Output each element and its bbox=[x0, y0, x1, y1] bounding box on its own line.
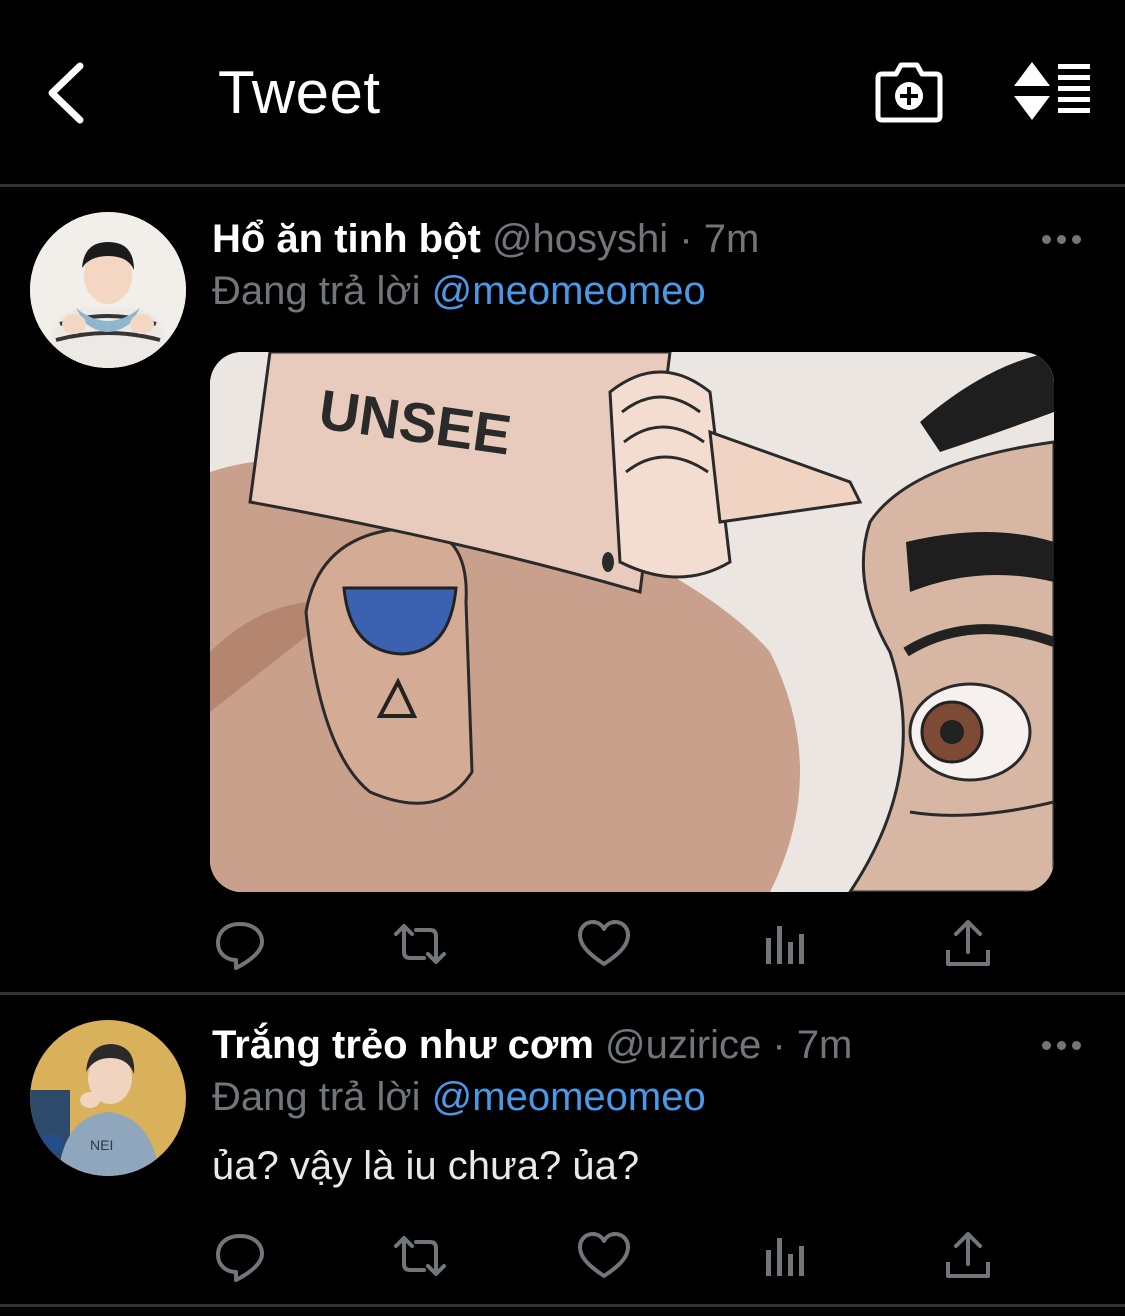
reply-icon bbox=[216, 1234, 264, 1282]
share-icon bbox=[946, 920, 990, 966]
chevron-left-icon bbox=[48, 62, 84, 124]
share-button[interactable] bbox=[940, 1228, 996, 1284]
reply-icon bbox=[216, 922, 264, 970]
tweet-actions bbox=[212, 1228, 1012, 1284]
tweet-time: 7m bbox=[796, 1023, 853, 1067]
meta-separator: · bbox=[679, 217, 693, 261]
page-title: Tweet bbox=[218, 59, 381, 126]
reply-prefix: Đang trả lời bbox=[212, 269, 421, 313]
share-icon bbox=[946, 1232, 990, 1278]
tweet-thread-screen: Tweet Hổ ăn tinh bột @hosyshi · 7m Đang … bbox=[0, 0, 1125, 1316]
like-icon bbox=[578, 920, 630, 966]
user-handle[interactable]: @uzirice bbox=[605, 1023, 761, 1067]
avatar-image: NEI bbox=[30, 1020, 186, 1176]
reply-prefix: Đang trả lời bbox=[212, 1075, 421, 1119]
reply-mention-link[interactable]: @meomeomeo bbox=[432, 269, 706, 313]
back-button[interactable] bbox=[40, 58, 100, 128]
tweet-divider bbox=[0, 1304, 1125, 1307]
retweet-button[interactable] bbox=[392, 916, 448, 972]
meta-separator: · bbox=[772, 1023, 786, 1067]
svg-text:NEI: NEI bbox=[90, 1137, 113, 1153]
camera-button[interactable] bbox=[874, 60, 944, 126]
reply-button[interactable] bbox=[212, 916, 268, 972]
reply-button[interactable] bbox=[212, 1228, 268, 1284]
retweet-icon bbox=[394, 1236, 446, 1276]
tweet-time: 7m bbox=[703, 217, 760, 261]
avatar[interactable]: NEI bbox=[30, 1020, 186, 1176]
like-icon bbox=[578, 1232, 630, 1278]
more-options-button[interactable] bbox=[1040, 1036, 1084, 1056]
tweet-media-image[interactable]: UNSEE bbox=[210, 352, 1054, 892]
display-name[interactable]: Hổ ăn tinh bột bbox=[212, 217, 481, 261]
like-button[interactable] bbox=[576, 1228, 632, 1284]
sort-button[interactable] bbox=[1012, 60, 1094, 122]
reply-mention-link[interactable]: @meomeomeo bbox=[432, 1075, 706, 1119]
analytics-button[interactable] bbox=[758, 916, 814, 972]
display-name[interactable]: Trắng trẻo như cơm bbox=[212, 1023, 594, 1067]
tweet-meta: Trắng trẻo như cơm @uzirice · 7m bbox=[212, 1020, 852, 1070]
retweet-icon bbox=[394, 924, 446, 964]
user-handle[interactable]: @hosyshi bbox=[492, 217, 668, 261]
avatar[interactable] bbox=[30, 212, 186, 368]
top-bar: Tweet bbox=[0, 0, 1125, 186]
like-button[interactable] bbox=[576, 916, 632, 972]
avatar-image bbox=[30, 212, 186, 368]
meme-illustration: UNSEE bbox=[210, 352, 1054, 892]
tweet-body: ủa? vậy là iu chưa? ủa? bbox=[212, 1144, 640, 1188]
more-options-button[interactable] bbox=[1040, 230, 1084, 250]
analytics-icon bbox=[766, 1238, 804, 1276]
replying-to: Đang trả lời @meomeomeo bbox=[212, 1072, 706, 1122]
sort-timeline-icon bbox=[1014, 62, 1090, 120]
replying-to: Đang trả lời @meomeomeo bbox=[212, 266, 706, 316]
header-divider bbox=[0, 184, 1125, 187]
tweet-actions bbox=[212, 916, 1012, 972]
tweet-divider bbox=[0, 992, 1125, 995]
tweet-meta: Hổ ăn tinh bột @hosyshi · 7m bbox=[212, 214, 759, 264]
retweet-button[interactable] bbox=[392, 1228, 448, 1284]
share-button[interactable] bbox=[940, 916, 996, 972]
analytics-icon bbox=[766, 926, 804, 964]
analytics-button[interactable] bbox=[758, 1228, 814, 1284]
camera-add-icon bbox=[875, 62, 943, 123]
